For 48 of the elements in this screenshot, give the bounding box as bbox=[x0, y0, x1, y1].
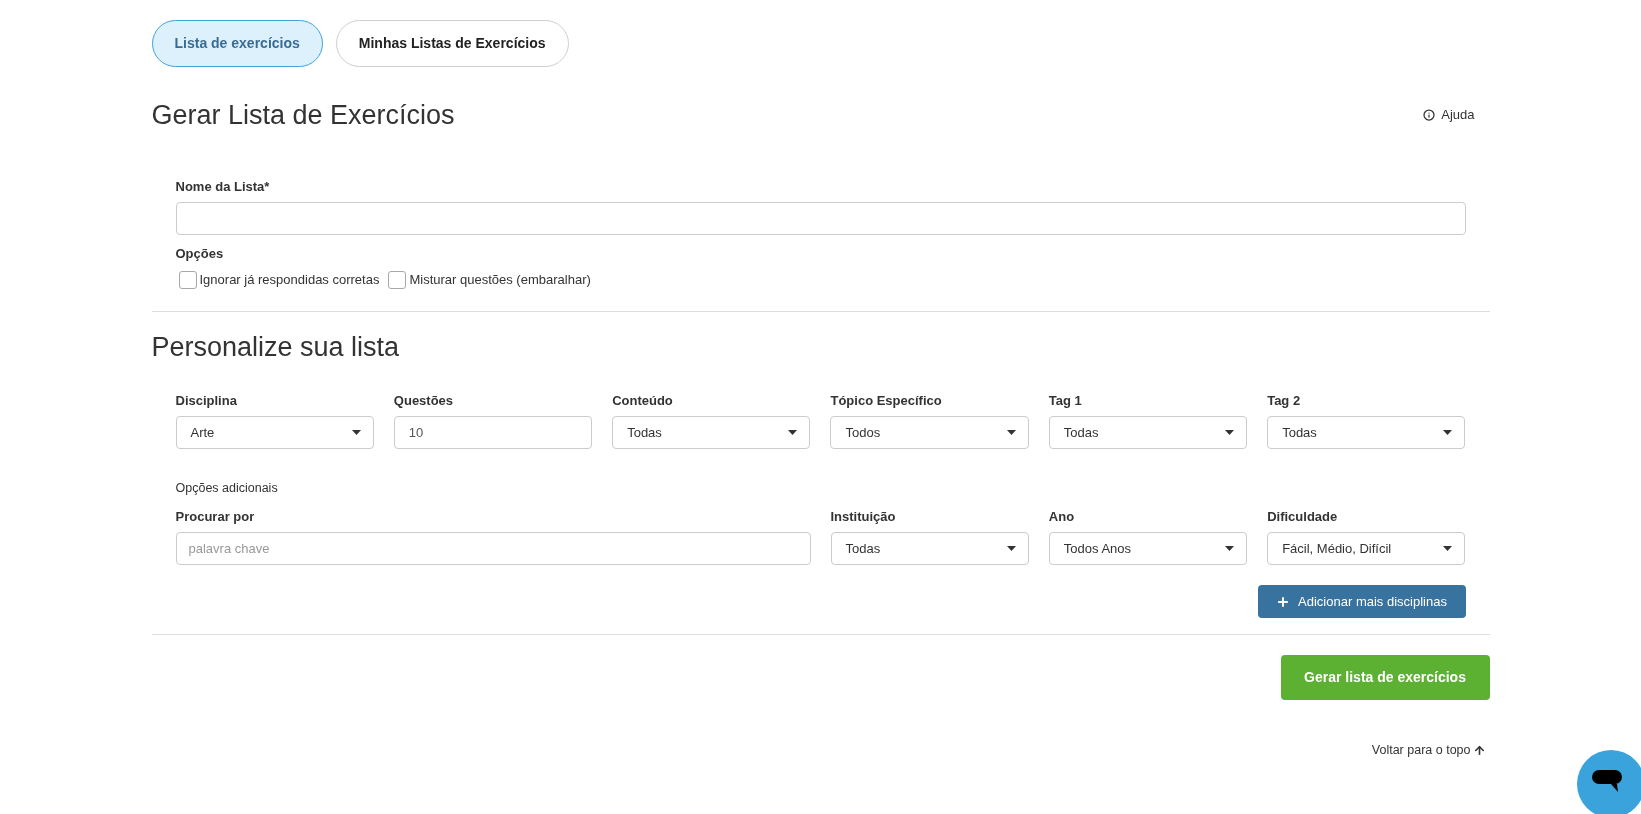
checkbox[interactable] bbox=[178, 271, 197, 289]
caret-icon bbox=[351, 430, 361, 435]
additional-options-label: Opções adicionais bbox=[175, 480, 278, 497]
dropdown[interactable]: Fácil, Médio, Difícil bbox=[1267, 532, 1466, 565]
arrow-up-icon bbox=[1472, 743, 1486, 757]
field-label: Tópico Específico bbox=[830, 392, 942, 410]
add-disciplines-button[interactable]: Adicionar mais disciplinas bbox=[1257, 585, 1466, 618]
checkbox[interactable] bbox=[388, 271, 407, 289]
field-label: Instituição bbox=[830, 508, 896, 526]
caret-icon bbox=[788, 430, 798, 435]
section-title: Personalize sua lista bbox=[151, 331, 400, 364]
field-label: Nome da Lista* bbox=[175, 178, 270, 196]
dropdown[interactable]: Todas bbox=[612, 416, 811, 449]
field-label: Tag 1 bbox=[1048, 392, 1082, 410]
tab[interactable]: Minhas Listas de Exercícios bbox=[335, 20, 569, 67]
checkbox-label[interactable]: Ignorar já respondidas corretas bbox=[199, 271, 380, 289]
field-label: Questões bbox=[393, 392, 454, 410]
dropdown[interactable]: Todos Anos bbox=[1048, 532, 1248, 565]
tab[interactable]: Lista de exercícios bbox=[151, 20, 323, 67]
help-link[interactable]: Ajuda bbox=[1423, 105, 1475, 125]
options-label: Opções bbox=[175, 245, 224, 263]
field-label: Dificuldade bbox=[1267, 508, 1338, 526]
field-label: Ano bbox=[1048, 508, 1075, 526]
list-name-field[interactable] bbox=[175, 202, 1466, 235]
field-label: Tag 2 bbox=[1267, 392, 1301, 410]
back-to-top-link[interactable]: Voltar para o topo bbox=[1371, 741, 1486, 760]
dropdown[interactable]: Todas bbox=[1048, 416, 1248, 449]
dropdown[interactable]: Arte bbox=[175, 416, 374, 449]
caret-icon bbox=[1225, 430, 1235, 435]
checkbox-label[interactable]: Misturar questões (embaralhar) bbox=[409, 271, 591, 289]
caret-icon bbox=[1006, 546, 1016, 551]
page-title: Gerar Lista de Exercícios bbox=[151, 99, 455, 132]
chat-bubble-icon bbox=[1592, 770, 1622, 794]
chat-button[interactable] bbox=[1577, 750, 1641, 814]
caret-icon bbox=[1225, 546, 1235, 551]
caret-icon bbox=[1443, 430, 1453, 435]
dropdown[interactable]: Todas bbox=[830, 532, 1029, 565]
caret-icon bbox=[1006, 430, 1016, 435]
field-label: Conteúdo bbox=[612, 392, 673, 410]
dropdown[interactable]: Todas bbox=[1267, 416, 1466, 449]
field-label: Disciplina bbox=[175, 392, 237, 410]
number-field[interactable]: 10 bbox=[393, 416, 593, 449]
plus-icon bbox=[1276, 594, 1291, 609]
info-icon bbox=[1423, 109, 1436, 121]
caret-icon bbox=[1443, 546, 1453, 551]
field-label: Procurar por bbox=[175, 508, 255, 526]
dropdown[interactable]: Todos bbox=[830, 416, 1029, 449]
keyword-search-field[interactable]: palavra chave bbox=[175, 532, 811, 565]
